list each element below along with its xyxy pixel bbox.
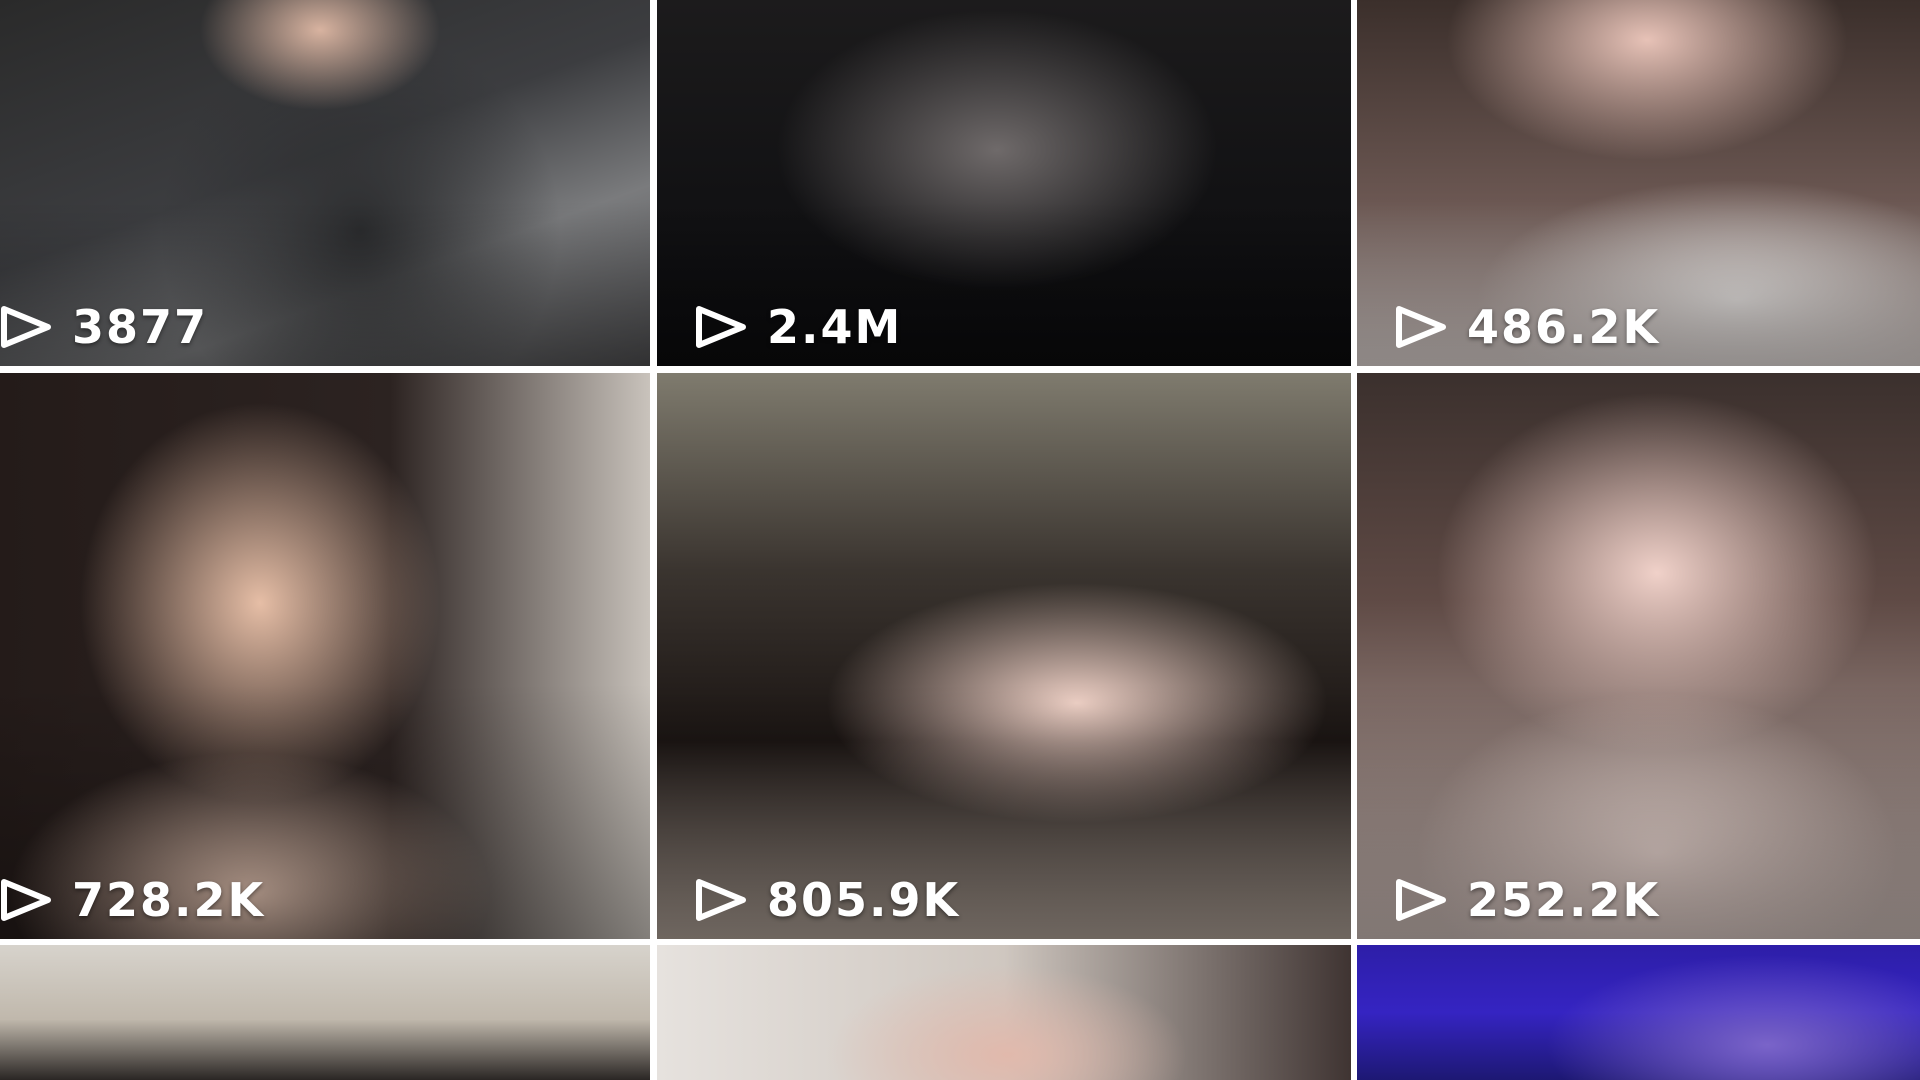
view-count: 3877 [0,304,208,350]
play-icon [696,306,746,348]
thumbnail-image [0,945,650,1080]
view-count-label: 2.4M [767,300,903,354]
video-thumbnail[interactable] [657,945,1351,1080]
thumbnail-image [657,945,1351,1080]
video-thumbnail[interactable]: 252.2K [1357,373,1920,939]
view-count: 486.2K [1395,304,1660,350]
view-count-label: 728.2K [72,873,266,927]
video-thumbnail[interactable] [1357,945,1920,1080]
view-count-label: 3877 [72,300,209,354]
play-icon [1,306,51,348]
view-count-label: 252.2K [1467,873,1661,927]
view-count-label: 486.2K [1467,300,1661,354]
view-count: 728.2K [0,877,265,923]
video-thumbnail[interactable]: 728.2K [0,373,650,939]
video-thumbnail[interactable]: 805.9K [657,373,1351,939]
video-thumbnail[interactable]: 2.4M [657,0,1351,366]
play-icon [1396,879,1446,921]
video-thumbnail[interactable] [0,945,650,1080]
thumbnail-image [1357,945,1920,1080]
video-thumbnail[interactable]: 3877 [0,0,650,366]
view-count: 805.9K [695,877,960,923]
view-count: 252.2K [1395,877,1660,923]
view-count: 2.4M [695,304,902,350]
play-icon [1396,306,1446,348]
play-icon [1,879,51,921]
play-icon [696,879,746,921]
video-grid: 3877 2.4M 486.2K 728.2K 805.9K 252.2K [0,0,1920,1080]
view-count-label: 805.9K [767,873,961,927]
video-thumbnail[interactable]: 486.2K [1357,0,1920,366]
